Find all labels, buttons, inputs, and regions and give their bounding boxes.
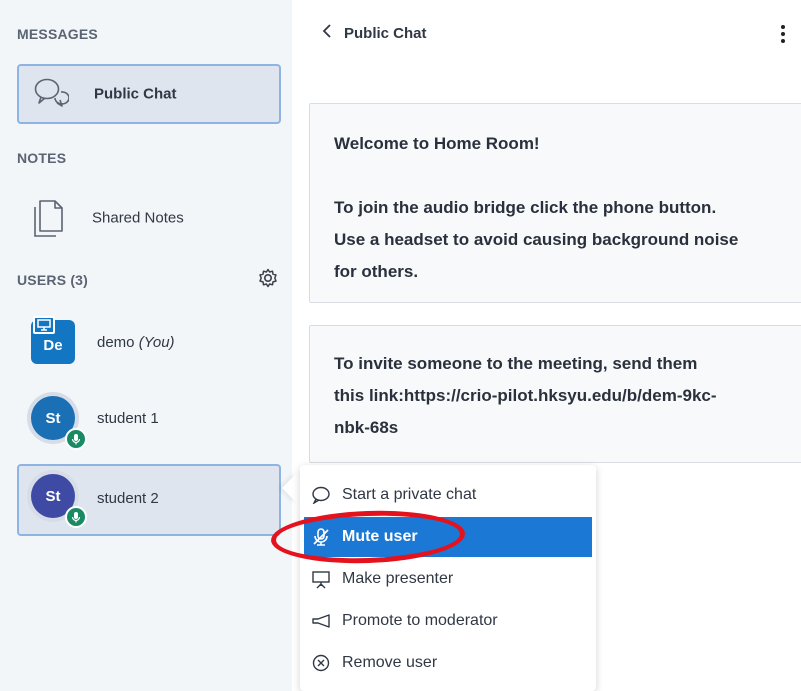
- menu-item-promote-to-moderator[interactable]: Promote to moderator: [300, 601, 592, 641]
- message-line: nbk-68s: [334, 418, 399, 437]
- user-context-menu: Start a private chat Mute user Make pres…: [300, 465, 596, 691]
- gear-icon[interactable]: [258, 268, 278, 288]
- sidebar-item-label: Shared Notes: [92, 209, 184, 227]
- user-name: student 2: [97, 490, 159, 507]
- message-line: To invite someone to the meeting, send t…: [334, 354, 698, 373]
- avatar-initials: De: [43, 336, 63, 354]
- chevron-left-icon: [322, 23, 332, 44]
- remove-circle-icon: [310, 652, 332, 674]
- invite-message: To invite someone to the meeting, send t…: [309, 325, 801, 463]
- user-name: student 1: [97, 410, 159, 427]
- message-line: for others.: [334, 262, 419, 281]
- you-suffix: (You): [138, 334, 175, 351]
- messages-section-title: MESSAGES: [17, 26, 98, 42]
- menu-item-remove-user[interactable]: Remove user: [300, 643, 592, 683]
- sidebar-item-public-chat[interactable]: Public Chat: [17, 64, 281, 124]
- more-options-icon[interactable]: [776, 22, 790, 48]
- user-name-text: demo: [97, 334, 135, 351]
- menu-item-label: Promote to moderator: [342, 612, 498, 629]
- message-line: Welcome to Home Room!: [334, 134, 540, 153]
- menu-item-label: Mute user: [342, 528, 418, 545]
- notes-section-title: NOTES: [17, 150, 67, 166]
- chat-header-back[interactable]: Public Chat: [322, 20, 427, 46]
- avatar-initials: St: [45, 487, 61, 505]
- microphone-icon: [65, 428, 87, 450]
- users-section-title: USERS (3): [17, 272, 89, 288]
- menu-item-label: Remove user: [342, 654, 438, 671]
- chat-bubble-icon: [310, 484, 332, 506]
- user-row-demo[interactable]: De demo (You): [17, 308, 281, 380]
- menu-item-label: Start a private chat: [342, 486, 477, 503]
- menu-item-mute-user[interactable]: Mute user: [304, 517, 592, 557]
- microphone-icon: [65, 506, 87, 528]
- megaphone-icon: [310, 610, 332, 632]
- presentation-icon: [310, 568, 332, 590]
- welcome-message: Welcome to Home Room! To join the audio …: [309, 103, 801, 303]
- sidebar-item-label: Public Chat: [94, 85, 177, 103]
- user-row-student-1[interactable]: St student 1: [17, 386, 281, 458]
- menu-item-make-presenter[interactable]: Make presenter: [300, 559, 592, 599]
- message-line: [334, 160, 794, 192]
- user-row-student-2[interactable]: St student 2: [17, 464, 281, 536]
- chat-title: Public Chat: [344, 24, 427, 42]
- menu-item-start-private-chat[interactable]: Start a private chat: [300, 475, 592, 515]
- sidebar-item-shared-notes[interactable]: Shared Notes: [17, 188, 281, 248]
- message-line: To join the audio bridge click the phone…: [334, 198, 717, 217]
- mic-off-icon: [310, 526, 332, 548]
- menu-item-label: Make presenter: [342, 570, 454, 587]
- avatar-initials: St: [45, 409, 61, 427]
- presenter-icon: [33, 316, 55, 334]
- message-line: this link:https://crio-pilot.hksyu.edu/b…: [334, 386, 717, 405]
- message-line: Use a headset to avoid causing backgroun…: [334, 230, 739, 249]
- user-name: demo (You): [97, 334, 175, 351]
- sidebar: MESSAGES Public Chat NOTES Shared Notes …: [0, 0, 292, 691]
- document-icon: [31, 198, 65, 243]
- chat-bubbles-icon: [33, 76, 70, 115]
